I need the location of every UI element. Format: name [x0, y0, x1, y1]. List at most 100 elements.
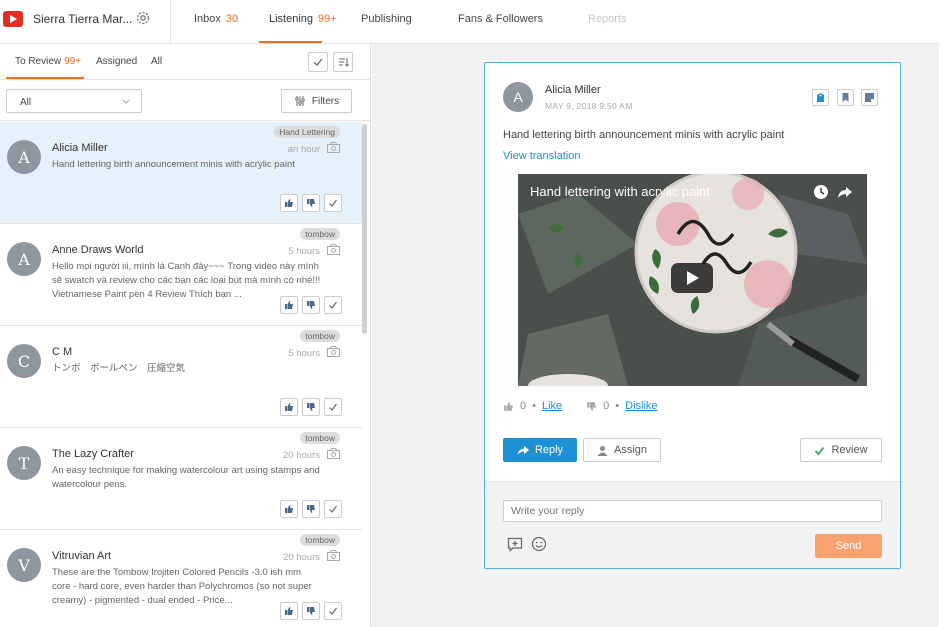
message-detail-card: A Alicia Miller MAY 9, 2018 9:50 AM Hand…: [484, 62, 901, 569]
reply-input[interactable]: [503, 500, 882, 522]
thumbs-up-icon: [285, 607, 293, 615]
play-button-icon[interactable]: [671, 263, 713, 293]
timestamp: 20 hours: [283, 450, 320, 461]
reply-button[interactable]: Reply: [503, 438, 577, 462]
review-check-button[interactable]: [324, 398, 342, 416]
video-post-icon: [327, 244, 340, 255]
active-tab-indicator: [259, 41, 322, 43]
avatar: T: [7, 446, 41, 480]
review-check-button[interactable]: [324, 296, 342, 314]
separator-dot: •: [615, 400, 620, 412]
filter-select[interactable]: All: [6, 89, 142, 113]
review-check-button[interactable]: [324, 602, 342, 620]
like-button[interactable]: [280, 602, 298, 620]
tab-fans-followers[interactable]: Fans & Followers: [458, 13, 543, 25]
message-list-panel: To Review 99+ Assigned All All Filters A …: [0, 44, 371, 627]
reply-composer: Send: [485, 481, 900, 568]
subtab-all[interactable]: All: [151, 56, 162, 67]
send-button[interactable]: Send: [815, 534, 882, 558]
tab-inbox[interactable]: Inbox 30: [194, 13, 238, 25]
dislike-link[interactable]: Dislike: [625, 400, 657, 412]
message-preview: An easy technique for making watercolour…: [52, 465, 320, 490]
dislike-button[interactable]: [302, 602, 320, 620]
dislike-button[interactable]: [302, 500, 320, 518]
emoji-icon[interactable]: [531, 536, 547, 552]
avatar: V: [7, 548, 41, 582]
dislike-button[interactable]: [302, 194, 320, 212]
check-icon: [329, 607, 337, 615]
review-button[interactable]: Review: [800, 438, 882, 462]
review-check-button[interactable]: [324, 500, 342, 518]
check-icon: [815, 446, 825, 455]
filters-button[interactable]: Filters: [281, 89, 352, 113]
list-item[interactable]: A Anne Draws World Hello mọi người iii, …: [0, 224, 362, 326]
dislike-button[interactable]: [302, 296, 320, 314]
author-name: Alicia Miller: [52, 142, 108, 154]
keyword-badge: Hand Lettering: [274, 126, 340, 138]
list-item[interactable]: V Vitruvian Art These are the Tombow Iro…: [0, 530, 362, 627]
sliders-icon: [295, 96, 305, 106]
thumbs-up-icon: [285, 403, 293, 411]
view-translation-link[interactable]: View translation: [503, 150, 580, 162]
review-check-button[interactable]: [324, 194, 342, 212]
message-preview: Hand lettering birth announcement minis …: [52, 159, 295, 170]
thumbs-up-icon: [285, 199, 293, 207]
like-button[interactable]: [280, 398, 298, 416]
check-icon: [313, 58, 323, 66]
dislike-button[interactable]: [302, 398, 320, 416]
reply-arrow-icon: [517, 445, 529, 455]
video-post-icon: [327, 346, 340, 357]
bookmark-icon: [842, 93, 849, 102]
subtab-to-review[interactable]: To Review 99+: [15, 56, 81, 67]
like-link[interactable]: Like: [542, 400, 562, 412]
keyword-badge: tombow: [300, 330, 340, 342]
account-name: Sierra Tierra Mar...: [33, 12, 133, 26]
thumbs-down-icon: [307, 301, 315, 309]
like-count: 0: [520, 400, 527, 412]
gear-icon[interactable]: [135, 10, 151, 26]
sort-button[interactable]: [333, 52, 353, 72]
avatar: A: [7, 242, 41, 276]
post-date: MAY 9, 2018 9:50 AM: [545, 101, 633, 111]
like-button[interactable]: [280, 500, 298, 518]
thumbs-down-icon: [307, 199, 315, 207]
item-actions: [280, 194, 342, 212]
video-title: Hand lettering with acrylic paint: [530, 184, 710, 199]
account-switcher[interactable]: Sierra Tierra Mar...: [0, 0, 171, 44]
list-item[interactable]: A Alicia Miller Hand lettering birth ann…: [0, 122, 362, 224]
assign-button[interactable]: Assign: [583, 438, 661, 462]
subtab-assigned[interactable]: Assigned: [96, 56, 137, 67]
bookmark-button[interactable]: [837, 89, 854, 106]
tab-reports[interactable]: Reports: [588, 13, 627, 25]
author-name: C M: [52, 346, 73, 358]
thumbs-up-icon: [285, 505, 293, 513]
thumbs-up-icon: [285, 301, 293, 309]
tab-listening[interactable]: Listening 99+: [269, 13, 337, 25]
keyword-badge: tombow: [300, 228, 340, 240]
video-player[interactable]: Hand lettering with acrylic paint: [518, 174, 867, 386]
youtube-logo-icon: [3, 11, 23, 27]
like-button[interactable]: [280, 194, 298, 212]
message-preview: トンボ ボールペン 圧縮空気: [52, 363, 186, 374]
author-name: Vitruvian Art: [52, 550, 112, 562]
tag-button[interactable]: [812, 89, 829, 106]
like-button[interactable]: [280, 296, 298, 314]
review-subtabs: To Review 99+ Assigned All: [0, 44, 370, 80]
timestamp: 5 hours: [288, 246, 320, 257]
list-item[interactable]: T The Lazy Crafter An easy technique for…: [0, 428, 362, 530]
tab-publishing[interactable]: Publishing: [361, 13, 412, 25]
thumbs-down-icon: [307, 607, 315, 615]
list-scrollbar[interactable]: [362, 124, 367, 334]
sort-list-icon: [339, 58, 349, 67]
check-icon: [329, 301, 337, 309]
share-icon[interactable]: [837, 184, 853, 200]
mark-all-reviewed-button[interactable]: [308, 52, 328, 72]
filter-row: All Filters: [0, 81, 370, 121]
item-actions: [280, 500, 342, 518]
check-icon: [329, 199, 337, 207]
add-media-icon[interactable]: [507, 536, 523, 552]
watch-later-icon[interactable]: [813, 184, 829, 200]
timestamp: an hour: [287, 144, 320, 155]
note-button[interactable]: [861, 89, 878, 106]
list-item[interactable]: C C M トンボ ボールペン 圧縮空気 tombow 5 hours: [0, 326, 362, 428]
